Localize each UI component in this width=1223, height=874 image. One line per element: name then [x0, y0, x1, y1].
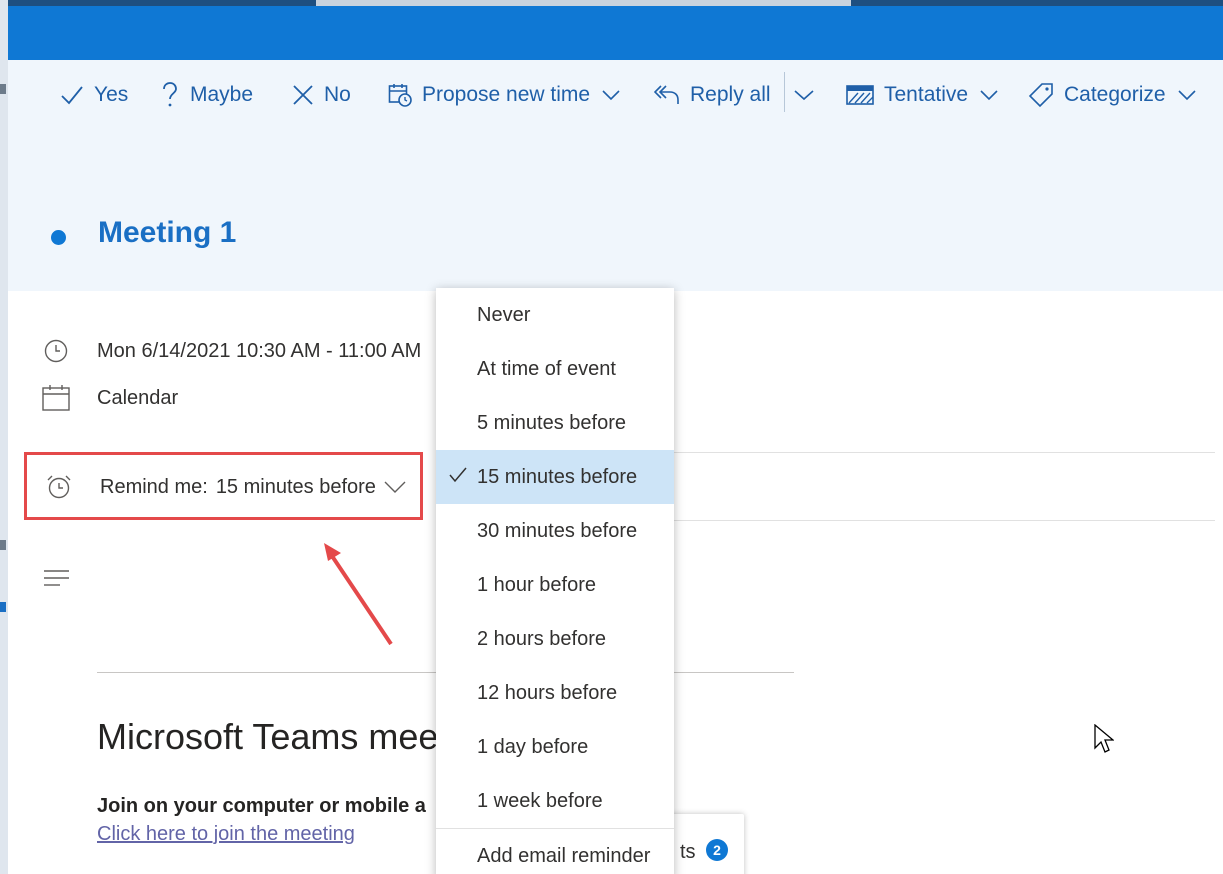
menu-item-label: Never [477, 303, 531, 326]
tag-icon [1028, 83, 1053, 108]
tentative-label: Tentative [884, 83, 969, 106]
menu-item-never[interactable]: Never [436, 288, 674, 342]
check-icon [61, 86, 83, 105]
categorize-label: Categorize [1064, 83, 1166, 106]
clock-icon [44, 339, 68, 363]
menu-item-label: Add email reminder [477, 844, 651, 867]
calendar-clock-icon [388, 84, 412, 107]
event-status-dot [51, 230, 66, 245]
divider [674, 452, 1215, 453]
join-meeting-link[interactable]: Click here to join the meeting [97, 823, 355, 846]
tentative-status-icon [846, 85, 874, 105]
no-button[interactable]: No [292, 60, 351, 130]
menu-item-1-hour[interactable]: 1 hour before [436, 558, 674, 612]
menu-item-1-day[interactable]: 1 day before [436, 720, 674, 774]
tentative-button[interactable]: Tentative [846, 60, 998, 130]
menu-item-15-minutes[interactable]: 15 minutes before [436, 450, 674, 504]
chevron-down-icon [602, 90, 620, 101]
menu-item-label: 30 minutes before [477, 519, 638, 542]
checkmark-icon [449, 467, 467, 483]
notes-lines-icon [44, 570, 69, 586]
reply-all-label: Reply all [690, 83, 771, 106]
event-datetime: Mon 6/14/2021 10:30 AM - 11:00 AM [97, 340, 422, 362]
divider [674, 520, 1215, 521]
background-mark [0, 540, 6, 550]
event-toolbar: Yes Maybe No Propose new time Reply all … [8, 60, 1223, 130]
event-calendar-name: Calendar [97, 387, 179, 409]
toolbar-separator [784, 72, 785, 112]
no-label: No [324, 83, 351, 106]
chevron-down-icon [1177, 90, 1196, 101]
question-icon [163, 82, 177, 107]
menu-item-5-minutes[interactable]: 5 minutes before [436, 396, 674, 450]
chip-label: ts [680, 841, 696, 863]
yes-label: Yes [94, 83, 129, 106]
background-mark [0, 84, 6, 94]
propose-new-time-label: Propose new time [422, 83, 591, 106]
menu-item-2-hours[interactable]: 2 hours before [436, 612, 674, 666]
background-app-edge [0, 0, 8, 874]
reply-all-icon [654, 85, 679, 104]
menu-item-at-time-of-event[interactable]: At time of event [436, 342, 674, 396]
chevron-down-icon [794, 90, 814, 101]
annotation-highlight-box [24, 452, 423, 520]
menu-item-label: 2 hours before [477, 627, 606, 650]
event-title: Meeting 1 [98, 216, 237, 249]
maybe-label: Maybe [190, 83, 254, 106]
menu-item-label: 1 day before [477, 735, 589, 758]
chevron-down-icon [980, 90, 998, 101]
calendar-icon [42, 385, 70, 411]
menu-item-label: 1 week before [477, 789, 603, 812]
categorize-button[interactable]: Categorize [1028, 60, 1196, 130]
yes-button[interactable]: Yes [60, 60, 128, 130]
menu-item-label: 1 hour before [477, 573, 596, 596]
menu-item-1-week[interactable]: 1 week before [436, 774, 674, 828]
menu-item-label: At time of event [477, 357, 616, 380]
count-badge: 2 [706, 839, 728, 861]
propose-new-time-button[interactable]: Propose new time [388, 60, 620, 130]
maybe-button[interactable]: Maybe [160, 60, 253, 130]
event-window: Yes Maybe No Propose new time Reply all … [8, 6, 1223, 874]
menu-item-label: 12 hours before [477, 681, 618, 704]
mouse-cursor-icon [1094, 724, 1114, 753]
menu-item-label: 5 minutes before [477, 411, 626, 434]
menu-item-30-minutes[interactable]: 30 minutes before [436, 504, 674, 558]
annotation-arrow [324, 543, 393, 646]
attachments-chip[interactable]: ts 2 [668, 814, 744, 874]
menu-item-label: 15 minutes before [477, 465, 638, 488]
join-instructions: Join on your computer or mobile a [97, 795, 426, 817]
add-email-reminder-item[interactable]: Add email reminder [436, 832, 674, 874]
menu-divider [436, 828, 674, 829]
window-titlebar [8, 6, 1223, 60]
teams-meeting-title: Microsoft Teams meet [97, 716, 449, 757]
close-icon [293, 85, 313, 105]
reply-options-dropdown[interactable] [794, 60, 814, 130]
background-mark [0, 602, 6, 612]
reminder-options-menu: Never At time of event 5 minutes before … [436, 288, 674, 874]
menu-item-12-hours[interactable]: 12 hours before [436, 666, 674, 720]
reply-all-button[interactable]: Reply all [654, 60, 771, 130]
